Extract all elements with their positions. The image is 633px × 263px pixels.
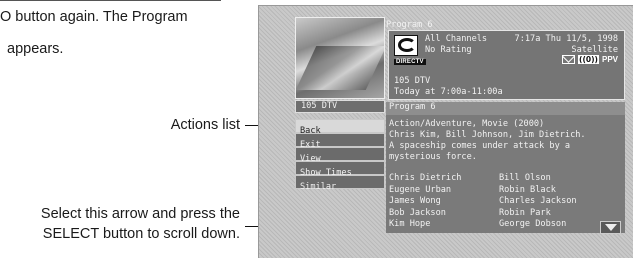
action-exit[interactable]: Exit (295, 133, 385, 150)
cast-name: Charles Jackson (499, 196, 577, 206)
info-rating: No Rating (425, 45, 472, 55)
action-view[interactable]: View (295, 147, 385, 164)
description-line: Action/Adventure, Movie (2000) (389, 119, 545, 129)
action-back[interactable]: Back (295, 119, 385, 136)
program-info-box: DIRECTV All Channels 7:17a Thu 11/5, 199… (388, 30, 625, 100)
tv-screen: 105 DTV Program 6 DIRECTV All Channels 7… (258, 5, 633, 258)
cast-name: Eugene Urban (389, 184, 452, 195)
scroll-callout-line-2: SELECT button to scroll down. (42, 226, 240, 242)
cast-name: Bob Jackson (389, 207, 446, 218)
channel-label: 105 DTV (295, 100, 385, 113)
top-rule (0, 0, 221, 1)
action-label: Similar (300, 182, 337, 192)
info-icons: ((0)) PPV (562, 55, 618, 64)
info-datetime: 7:17a Thu 11/5, 1998 (514, 34, 618, 44)
arrow-down-glyph (604, 224, 617, 231)
manual-intro-line-2: appears. (7, 41, 64, 57)
cast-name: Chris Dietrich (389, 173, 462, 183)
manual-intro-line-1: O button again. The Program (0, 9, 188, 25)
cast-name: George Dobson (499, 219, 567, 229)
cast-list-left: Chris Dietrich Eugene Urban James Wong B… (389, 173, 461, 231)
directv-logo-icon (394, 35, 418, 56)
cast-name: Robin Park (499, 207, 551, 218)
actions-list: Back Exit View Show Times Similar (295, 119, 385, 192)
description-line: A spaceship comes under attack by a (389, 141, 571, 151)
info-channel-number: 105 DTV (394, 76, 431, 86)
action-show-times[interactable]: Show Times (295, 161, 385, 178)
cast-name: James Wong (389, 196, 441, 206)
info-channel-filter: All Channels (425, 34, 488, 44)
program-description-panel: Action/Adventure, Movie (2000) Chris Kim… (386, 115, 625, 233)
directv-logo-word: DIRECTV (394, 59, 426, 65)
info-airtime: Today at 7:00a-11:00a (394, 87, 503, 97)
cast-name: Bill Olson (499, 173, 551, 183)
ppv-icon: PPV (601, 55, 618, 64)
cast-name: Kim Hope (389, 219, 431, 229)
actions-list-callout: Actions list (170, 117, 240, 133)
volume-icon: ((0)) (578, 55, 599, 64)
cast-list-right: Bill Olson Robin Black Charles Jackson R… (499, 173, 577, 231)
description-line: Chris Kim, Bill Johnson, Jim Dietrich. (389, 130, 586, 140)
mail-icon (562, 55, 576, 64)
scroll-down-arrow-icon[interactable] (600, 221, 621, 234)
program-thumbnail (295, 17, 385, 99)
cast-name: Robin Black (499, 184, 556, 195)
scroll-callout-line-1: Select this arrow and press the (40, 206, 240, 222)
description-line: mysterious force. (389, 152, 477, 162)
program-title-bar: Program 6 (386, 102, 625, 115)
